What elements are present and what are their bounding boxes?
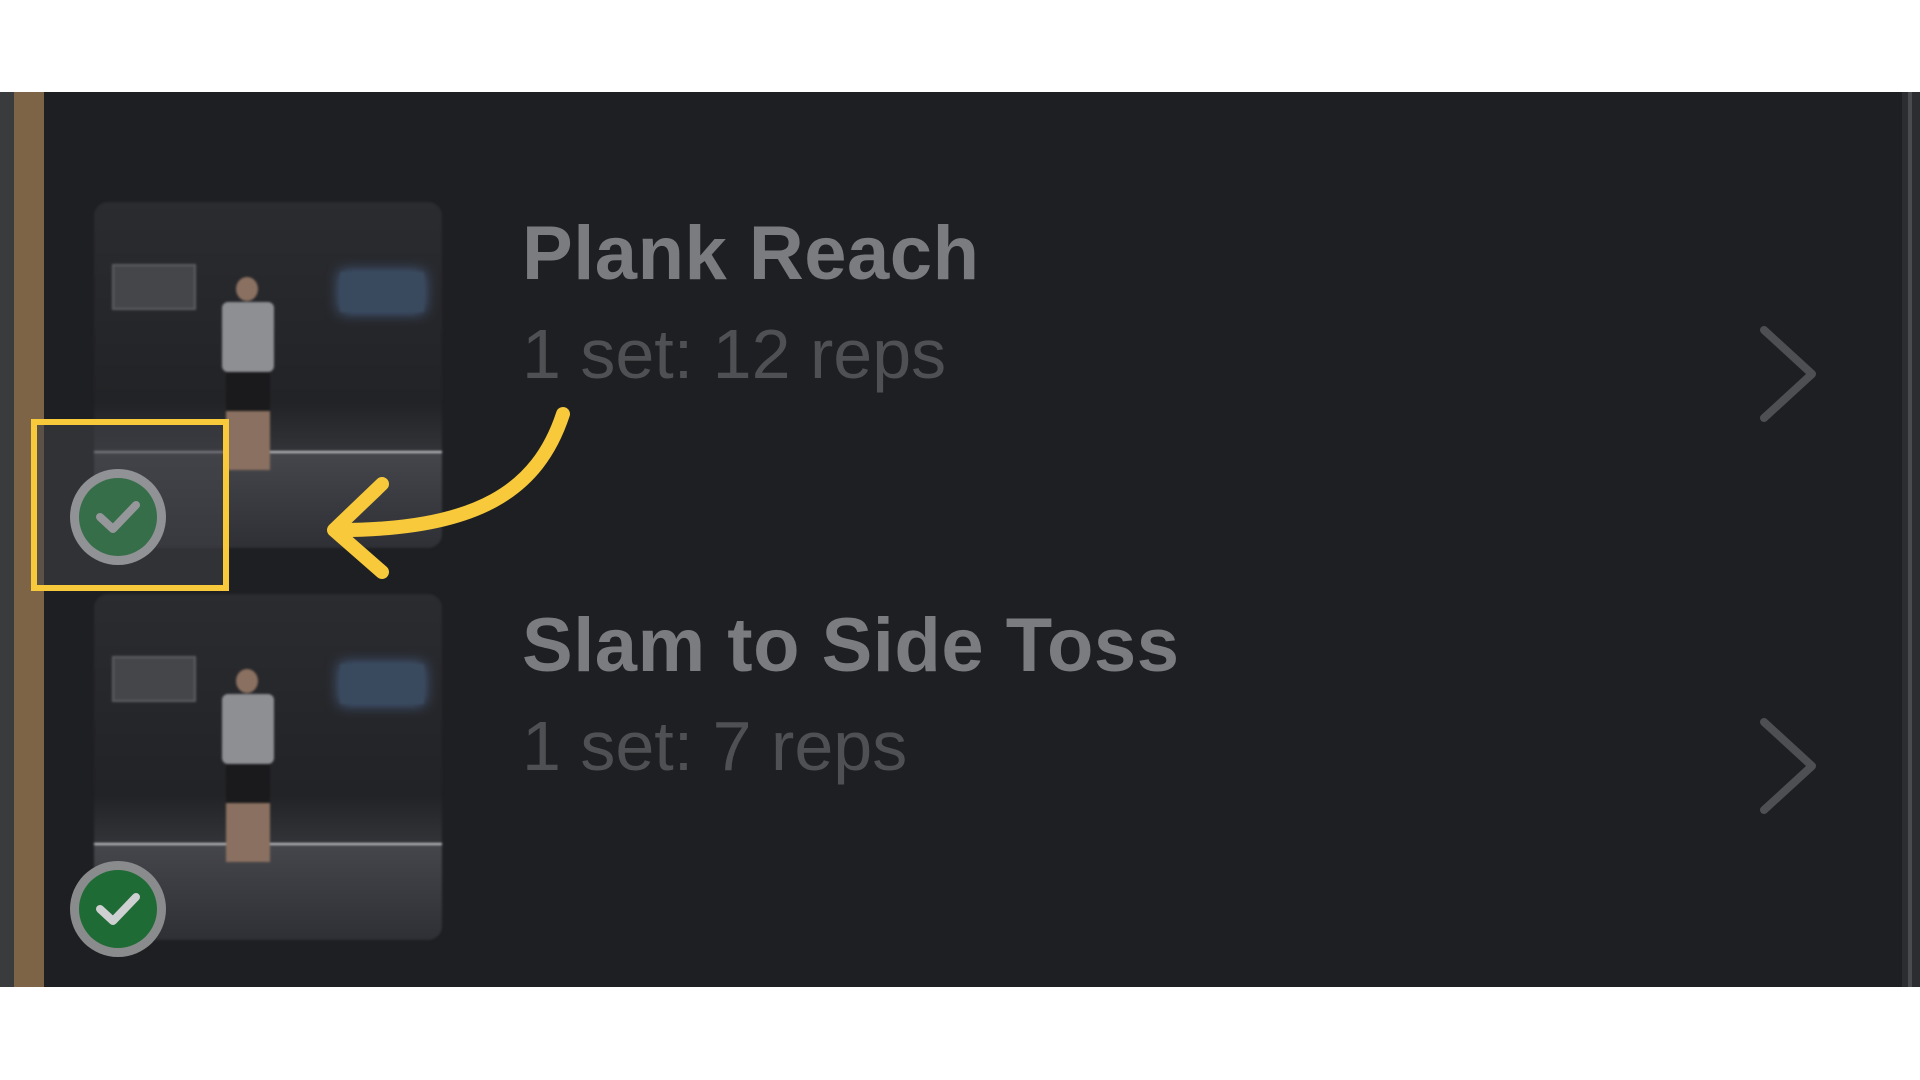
arrow-annotation-icon	[327, 407, 570, 579]
check-circle-icon[interactable]	[70, 861, 166, 957]
trainer-legs	[226, 764, 270, 862]
exercise-title: Slam to Side Toss	[522, 603, 1180, 688]
right-edge-line	[1908, 92, 1912, 987]
exercise-detail: 1 set: 7 reps	[522, 707, 908, 785]
exercise-detail: 1 set: 12 reps	[522, 315, 947, 393]
exercise-title: Plank Reach	[522, 211, 980, 296]
trainer-body	[222, 302, 274, 372]
left-edge-shadow	[0, 92, 14, 987]
trainer-legs	[226, 372, 270, 470]
gym-sign-left	[112, 264, 196, 310]
check-fill	[79, 870, 157, 948]
highlight-box	[31, 419, 229, 591]
workout-screen: Plank Reach 1 set: 12 reps Slam to Side …	[0, 92, 1920, 987]
trainer-body	[222, 694, 274, 764]
gym-sign-right	[340, 664, 424, 704]
trainer-head	[236, 277, 258, 301]
exercise-row-slam-to-side-toss[interactable]: Slam to Side Toss 1 set: 7 reps	[44, 594, 1902, 957]
checkmark-icon	[96, 893, 140, 925]
chevron-right-icon[interactable]	[1752, 322, 1822, 426]
gym-sign-left	[112, 656, 196, 702]
gym-sign-right	[340, 272, 424, 312]
trainer-head	[236, 669, 258, 693]
chevron-right-icon[interactable]	[1752, 714, 1822, 818]
